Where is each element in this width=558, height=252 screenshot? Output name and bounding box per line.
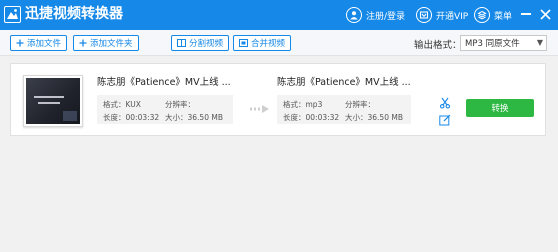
size-label: 大小： (345, 113, 368, 122)
duration-label: 长度： (103, 113, 126, 122)
merge-icon (239, 39, 248, 47)
user-icon (346, 7, 362, 23)
menu-button[interactable]: 菜单 (474, 5, 512, 25)
title-bar: 迅捷视频转换器 注册/登录 开通VIP 菜单 (0, 0, 558, 30)
minimize-icon (521, 13, 531, 15)
add-folder-button[interactable]: 添加文件夹 (73, 35, 139, 51)
source-format: KUX (125, 100, 141, 109)
add-folder-label: 添加文件夹 (90, 39, 133, 49)
app-title: 迅捷视频转换器 (25, 6, 123, 22)
format-label: 格式： (283, 100, 306, 109)
merge-video-button[interactable]: 合并视频 (233, 35, 292, 51)
target-size: 36.50 MB (367, 113, 403, 122)
menu-label: 菜单 (494, 11, 513, 22)
format-label: 格式： (103, 100, 126, 109)
target-file-info: 格式：mp3 分辨率： 长度：00:03:32 大小：36.50 MB (277, 95, 411, 124)
target-format: mp3 (305, 100, 323, 109)
login-label: 注册/登录 (366, 11, 406, 22)
file-item: 陈志朋《Patience》MV上线 ... 格式：KUX 分辨率： 长度：00:… (10, 63, 546, 136)
source-file-info: 格式：KUX 分辨率： 长度：00:03:32 大小：36.50 MB (97, 95, 233, 124)
output-format-value: MP3 同原文件 (465, 39, 520, 49)
add-file-label: 添加文件 (27, 39, 62, 49)
split-icon (177, 39, 186, 47)
merge-video-label: 合并视频 (251, 39, 286, 49)
split-video-label: 分割视频 (189, 39, 224, 49)
close-button[interactable] (537, 6, 553, 22)
size-label: 大小： (165, 113, 188, 122)
edit-button[interactable] (439, 114, 451, 126)
close-icon (539, 8, 551, 20)
vip-button[interactable]: 开通VIP (416, 5, 468, 25)
thumbnail-image (26, 78, 80, 124)
file-list: 陈志朋《Patience》MV上线 ... 格式：KUX 分辨率： 长度：00:… (0, 57, 558, 252)
edit-icon (439, 114, 451, 126)
plus-icon (79, 39, 87, 47)
vip-icon (416, 7, 432, 23)
vip-label: 开通VIP (436, 11, 469, 22)
app-logo-icon (4, 6, 21, 23)
target-file-name: 陈志朋《Patience》MV上线 ... (277, 77, 411, 88)
duration-label: 长度： (283, 113, 306, 122)
add-file-button[interactable]: 添加文件 (10, 35, 68, 51)
resolution-label: 分辨率： (345, 100, 375, 109)
source-file-name: 陈志朋《Patience》MV上线 ... (97, 77, 231, 88)
output-format-select[interactable]: MP3 同原文件 ▼ (460, 35, 547, 51)
minimize-button[interactable] (518, 6, 534, 22)
chevron-down-icon: ▼ (536, 38, 543, 47)
output-format-label: 输出格式： (414, 40, 462, 51)
scissors-icon (439, 97, 451, 109)
cut-button[interactable] (439, 97, 451, 109)
menu-icon (474, 7, 490, 23)
toolbar: 添加文件 添加文件夹 分割视频 合并视频 输出格式： MP3 同原文件 ▼ (0, 30, 558, 56)
convert-button[interactable]: 转换 (466, 99, 534, 117)
split-video-button[interactable]: 分割视频 (171, 35, 230, 51)
video-thumbnail[interactable] (23, 75, 83, 127)
target-duration: 00:03:32 (305, 113, 340, 122)
source-duration: 00:03:32 (125, 113, 160, 122)
resolution-label: 分辨率： (165, 100, 195, 109)
login-button[interactable]: 注册/登录 (346, 5, 405, 25)
convert-arrow-icon (250, 105, 269, 113)
plus-icon (16, 39, 24, 47)
source-size: 36.50 MB (187, 113, 223, 122)
